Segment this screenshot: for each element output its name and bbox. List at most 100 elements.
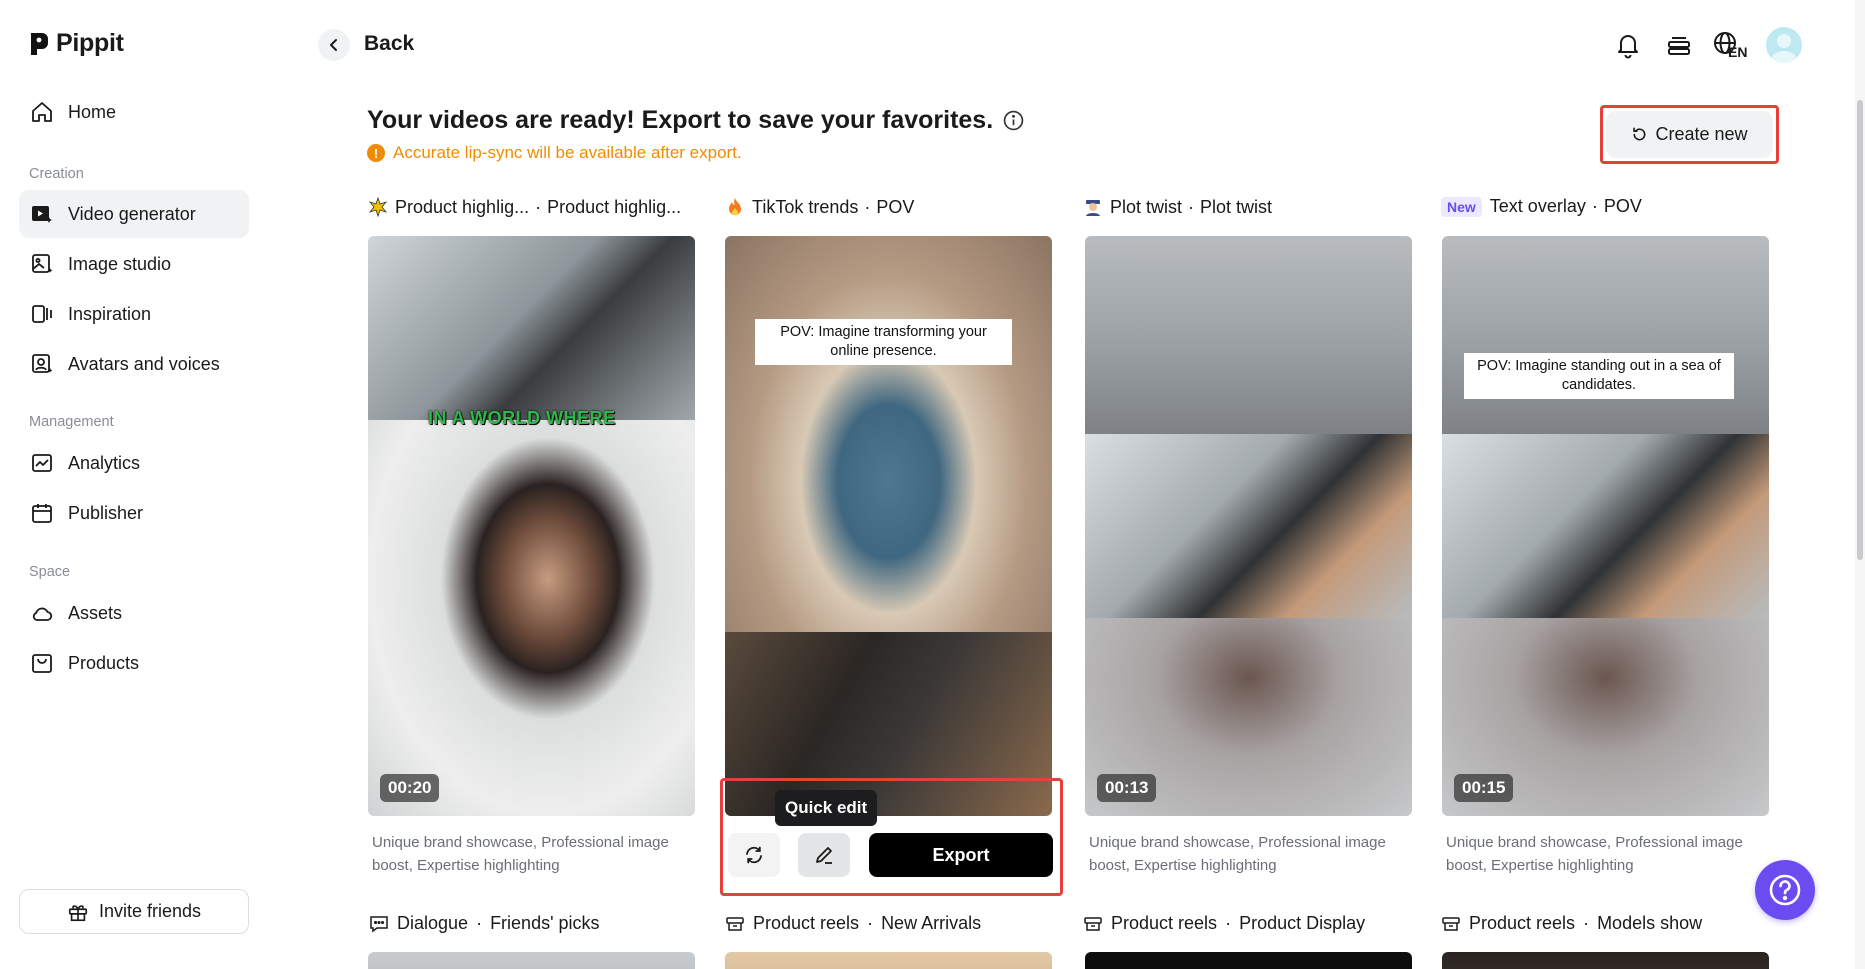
card-style: Friends' picks (490, 913, 600, 933)
card-header: TikTok trends · POV (724, 196, 914, 218)
sidebar-item-video-generator[interactable]: Video generator (19, 190, 249, 238)
card-category: Plot twist (1110, 196, 1183, 217)
product-box-icon (726, 916, 744, 931)
separator: · (864, 196, 871, 217)
video-thumbnail[interactable] (1442, 952, 1769, 969)
separator: · (1591, 196, 1598, 216)
video-generator-icon (32, 206, 52, 223)
regenerate-button[interactable] (728, 833, 780, 877)
export-button[interactable]: Export (869, 833, 1053, 877)
card-category: TikTok trends (752, 196, 859, 217)
sidebar-item-label: Video generator (68, 203, 196, 224)
video-thumbnail[interactable] (725, 952, 1052, 969)
help-button[interactable] (1755, 860, 1815, 920)
cloud-icon (32, 607, 53, 621)
card-header: Product reels · New Arrivals (725, 913, 981, 934)
separator: · (1583, 913, 1590, 933)
card-header: New Text overlay · POV (1441, 196, 1642, 217)
sidebar-item-label: Products (68, 652, 140, 673)
sidebar-item-assets[interactable]: Assets (19, 589, 249, 637)
card-style: New Arrivals (881, 913, 982, 933)
video-thumbnail[interactable] (368, 952, 695, 969)
user-avatar[interactable] (1766, 27, 1802, 63)
card-category: Text overlay (1489, 196, 1586, 216)
fire-icon (724, 196, 746, 218)
lip-sync-notice: ! Accurate lip-sync will be available af… (367, 143, 742, 163)
card-style: POV (1603, 196, 1642, 216)
analytics-icon (32, 454, 52, 472)
invite-friends-button[interactable]: Invite friends (19, 889, 249, 934)
language-code: EN (1728, 44, 1748, 60)
sidebar-item-image-studio[interactable]: Image studio (19, 240, 249, 288)
stack-icon (1668, 37, 1690, 55)
video-caption: POV: Imagine transforming your online pr… (755, 319, 1012, 365)
chat-bubble-icon (370, 915, 388, 932)
gift-icon (68, 904, 88, 921)
video-frame-blur-top (1085, 236, 1412, 434)
products-icon (32, 654, 52, 673)
back-button[interactable] (318, 29, 350, 61)
refresh-icon (1633, 127, 1646, 141)
pippit-logo[interactable]: Pippit (28, 29, 124, 58)
sidebar: Pippit Home Creation Video generator Ima… (0, 0, 265, 969)
video-frame-presenter (725, 236, 1052, 632)
sidebar-item-label: Publisher (68, 502, 144, 523)
card-category: Product reels (753, 913, 860, 933)
sidebar-item-label: Inspiration (68, 303, 152, 324)
section-label-management: Management (29, 414, 114, 430)
sidebar-item-analytics[interactable]: Analytics (19, 439, 249, 487)
pippit-logo-icon (31, 32, 48, 55)
page-title-row: Your videos are ready! Export to save yo… (367, 106, 1024, 135)
question-mark-icon (1769, 874, 1801, 906)
sidebar-item-inspiration[interactable]: Inspiration (19, 290, 249, 338)
product-box-icon (1084, 916, 1102, 931)
sidebar-item-avatars-and-voices[interactable]: Avatars and voices (19, 340, 249, 388)
sidebar-item-home[interactable]: Home (19, 88, 249, 136)
notifications-button[interactable] (1612, 28, 1644, 62)
product-box-icon (1442, 916, 1460, 931)
info-icon[interactable] (1003, 110, 1024, 131)
sidebar-item-publisher[interactable]: Publisher (19, 489, 249, 537)
section-label-space: Space (29, 564, 71, 580)
sparkle-sun-icon (367, 196, 389, 218)
separator: · (1225, 913, 1232, 933)
video-frame-presenter (368, 420, 695, 816)
bell-icon (1618, 35, 1638, 59)
video-thumbnail[interactable]: POV: Imagine transforming your online pr… (725, 236, 1052, 816)
sidebar-item-label: Home (68, 101, 117, 122)
chevron-left-icon (330, 39, 337, 51)
video-frame-camera (368, 236, 695, 420)
video-thumbnail[interactable]: IN A WORLD WHERE 00:20 (368, 236, 695, 816)
video-caption: POV: Imagine standing out in a sea of ca… (1464, 353, 1734, 399)
separator: · (476, 913, 483, 933)
card-style: Models show (1597, 913, 1703, 933)
back-label[interactable]: Back (364, 32, 414, 56)
card-category: Product highlig... (395, 196, 530, 217)
app-name: Pippit (56, 29, 124, 57)
subscription-button[interactable] (1663, 28, 1695, 62)
video-frame-camera (1085, 434, 1412, 618)
home-icon (32, 102, 52, 122)
video-thumbnail[interactable]: 00:13 (1085, 236, 1412, 816)
duration-badge: 00:20 (380, 774, 440, 802)
card-style: POV (876, 196, 915, 217)
image-studio-icon (32, 254, 53, 273)
card-header: Dialogue · Friends' picks (369, 913, 600, 934)
card-category: Dialogue (397, 913, 469, 933)
card-category: Product reels (1111, 913, 1218, 933)
scrollbar-thumb[interactable] (1857, 100, 1863, 560)
quick-edit-button[interactable] (798, 833, 850, 877)
video-thumbnail[interactable]: POV: Imagine standing out in a sea of ca… (1442, 236, 1769, 816)
sidebar-item-products[interactable]: Products (19, 639, 249, 687)
calendar-icon (32, 504, 52, 523)
card-style: Plot twist (1200, 196, 1273, 217)
video-thumbnail[interactable] (1085, 952, 1412, 969)
sidebar-item-label: Avatars and voices (68, 353, 220, 374)
card-style: Product Display (1239, 913, 1366, 933)
card-category: Product reels (1469, 913, 1576, 933)
create-new-button[interactable]: Create new (1606, 111, 1773, 158)
separator: · (1188, 196, 1195, 217)
detective-icon (1082, 196, 1104, 218)
quick-edit-tooltip: Quick edit (775, 790, 878, 826)
duration-badge: 00:15 (1454, 774, 1514, 802)
